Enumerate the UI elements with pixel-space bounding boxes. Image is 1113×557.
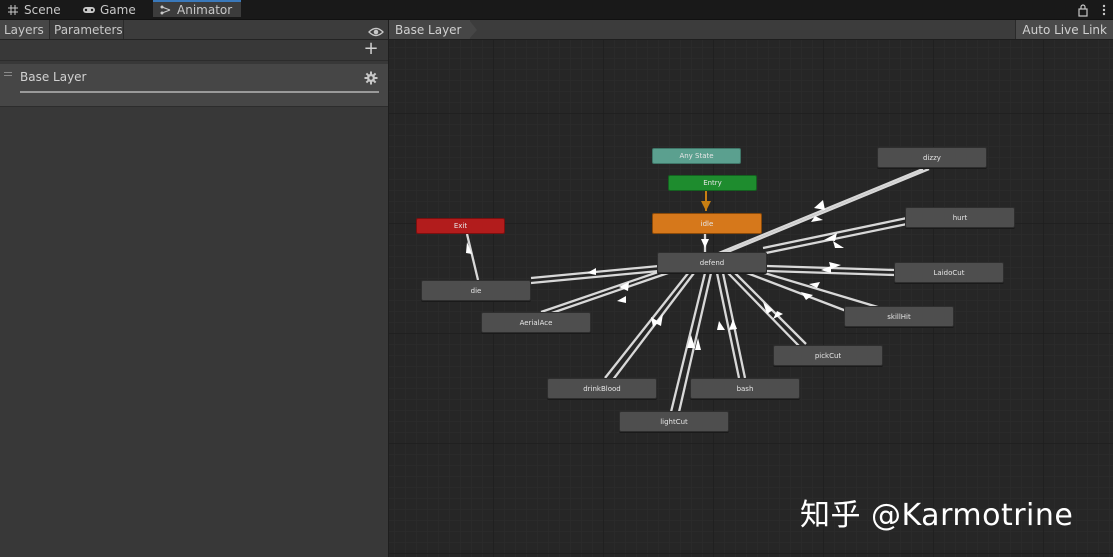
more-options-icon[interactable] — [1100, 2, 1108, 16]
breadcrumb-base-layer[interactable]: Base Layer — [389, 20, 470, 39]
tab-label: Animator — [177, 2, 233, 17]
gear-icon[interactable] — [364, 70, 378, 85]
layers-panel: Layers Parameters + Base Layer — [0, 20, 389, 557]
layer-weight-bar — [20, 91, 379, 93]
tab-label: Parameters — [54, 22, 123, 37]
tab-scene[interactable]: Scene — [6, 0, 61, 19]
editor-tab-bar: Scene Game Animator — [0, 0, 1113, 20]
state-entry[interactable]: Entry — [668, 175, 757, 191]
state-pickcut[interactable]: pickCut — [773, 345, 883, 366]
auto-live-link-label: Auto Live Link — [1022, 22, 1107, 37]
layer-name: Base Layer — [20, 70, 87, 84]
auto-live-link-button[interactable]: Auto Live Link — [1015, 20, 1113, 39]
tab-label: Scene — [24, 2, 61, 17]
state-any-state[interactable]: Any State — [652, 148, 741, 164]
animator-icon — [159, 4, 173, 16]
tab-layers[interactable]: Layers — [0, 20, 50, 39]
state-dizzy[interactable]: dizzy — [877, 147, 987, 168]
state-lightcut[interactable]: lightCut — [619, 411, 729, 432]
tab-parameters[interactable]: Parameters — [50, 20, 124, 39]
gamepad-icon — [82, 4, 96, 16]
layer-item-base[interactable]: Base Layer — [0, 64, 388, 107]
state-bash[interactable]: bash — [690, 378, 800, 399]
add-layer-button[interactable]: + — [363, 40, 379, 58]
state-aerialace[interactable]: AerialAce — [481, 312, 591, 333]
breadcrumb-arrow — [469, 20, 477, 39]
tab-label: Layers — [4, 22, 44, 37]
state-idle[interactable]: idle — [652, 213, 762, 234]
state-defend[interactable]: defend — [657, 252, 767, 273]
state-skillhit[interactable]: skillHit — [844, 306, 954, 327]
tab-animator[interactable]: Animator — [153, 0, 241, 17]
state-exit[interactable]: Exit — [416, 218, 505, 234]
state-hurt[interactable]: hurt — [905, 207, 1015, 228]
layer-toolbar: + — [0, 40, 388, 61]
watermark: 知乎 @Karmotrine — [800, 498, 1074, 533]
state-laidocut[interactable]: LaidoCut — [894, 262, 1004, 283]
graph-breadcrumb-bar: Base Layer Auto Live Link — [389, 20, 1113, 40]
lock-icon[interactable] — [1077, 2, 1089, 17]
tab-game[interactable]: Game — [82, 0, 136, 19]
tab-label: Game — [100, 2, 136, 17]
eye-icon[interactable] — [368, 23, 384, 37]
state-die[interactable]: die — [421, 280, 531, 301]
grid-icon — [6, 4, 20, 16]
breadcrumb-label: Base Layer — [395, 22, 462, 37]
animator-graph[interactable]: Any State Entry Exit idle defend die Aer… — [389, 20, 1113, 557]
drag-handle-icon[interactable] — [4, 72, 12, 78]
state-drinkblood[interactable]: drinkBlood — [547, 378, 657, 399]
panel-subtabs: Layers Parameters — [0, 20, 388, 40]
entry-transition — [701, 191, 711, 211]
